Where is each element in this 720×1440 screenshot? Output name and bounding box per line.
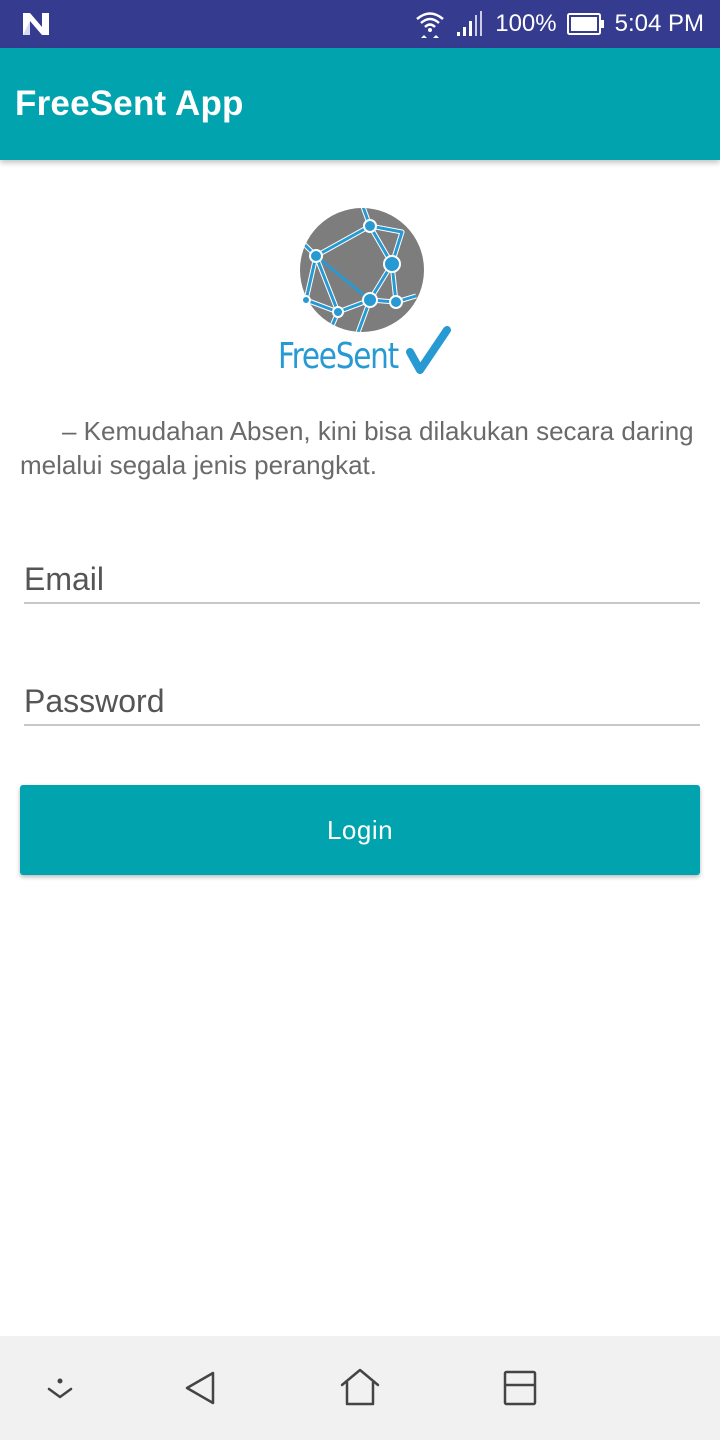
login-button[interactable]: Login [20,785,700,875]
status-indicators: 100% 5:04 PM [415,0,704,48]
password-field-container [24,664,700,726]
status-bar: 100% 5:04 PM [0,0,720,48]
back-icon[interactable] [178,1366,222,1410]
freesent-logo: FreeSent [270,200,454,380]
recents-icon[interactable] [498,1366,542,1410]
app-bar: FreeSent App [0,48,720,160]
password-field[interactable] [24,683,700,720]
wifi-icon [415,9,445,39]
tagline: – Kemudahan Absen, kini bisa dilakukan s… [20,416,694,480]
email-field-container [24,542,700,604]
logo-brand-text: FreeSent [278,336,399,377]
battery-icon [566,13,605,35]
login-screen: 100% 5:04 PM FreeSent App FreeSent – Kem… [0,0,720,1440]
email-field[interactable] [24,561,700,598]
globe-network-icon [300,208,424,332]
app-title: FreeSent App [15,84,244,123]
n-logo-icon [20,10,52,38]
login-button-label: Login [326,814,394,845]
navigation-bar [0,1336,720,1440]
checkmark-icon [406,326,451,374]
battery-percent: 100% [495,10,557,37]
signal-icon [455,10,485,38]
collapse-down-icon[interactable] [38,1366,82,1410]
clock: 5:04 PM [614,10,704,37]
home-icon[interactable] [338,1366,382,1410]
